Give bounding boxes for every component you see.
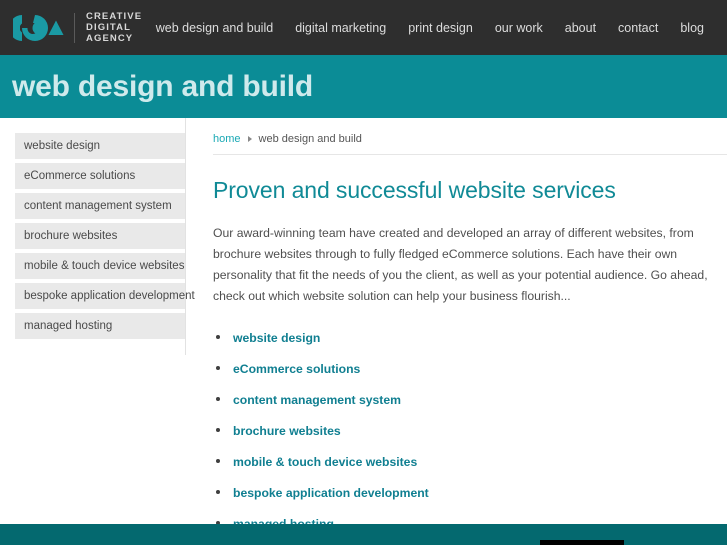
sidebar-item-website-design[interactable]: website design	[15, 133, 185, 159]
site-header: CREATIVE DIGITAL AGENCY web design and b…	[0, 0, 727, 55]
list-item: mobile & touch device websites	[213, 453, 727, 471]
content-heading: Proven and successful website services	[213, 177, 616, 203]
page-title: web design and build	[12, 69, 314, 103]
list-item: brochure websites	[213, 422, 727, 440]
nav-item-digital-marketing[interactable]: digital marketing	[284, 15, 397, 41]
page-body: website design eCommerce solutions conte…	[0, 118, 727, 546]
sidebar-item-mobile-touch-device-websites[interactable]: mobile & touch device websites	[15, 253, 185, 279]
logo-word-1: CREATIVE	[86, 10, 143, 22]
service-link-bespoke-application-development[interactable]: bespoke application development	[233, 486, 429, 500]
site-footer	[0, 524, 727, 545]
service-link-list: website design eCommerce solutions conte…	[213, 329, 727, 533]
nav-item-blog[interactable]: blog	[669, 15, 715, 41]
nav-item-our-work[interactable]: our work	[484, 15, 554, 41]
breadcrumb-current: web design and build	[258, 133, 362, 145]
list-item: website design	[213, 329, 727, 347]
footer-accent-block	[540, 540, 624, 545]
service-link-brochure-websites[interactable]: brochure websites	[233, 424, 341, 438]
breadcrumb: home web design and build	[213, 133, 727, 155]
page-banner: web design and build	[0, 55, 727, 118]
sidebar-item-ecommerce-solutions[interactable]: eCommerce solutions	[15, 163, 185, 189]
nav-item-about[interactable]: about	[554, 15, 607, 41]
logo-word-3: AGENCY	[86, 33, 134, 45]
logo[interactable]: CREATIVE DIGITAL AGENCY	[13, 11, 142, 45]
content-paragraph: Our award-winning team have created and …	[213, 226, 708, 303]
sidebar: website design eCommerce solutions conte…	[0, 118, 195, 355]
service-link-mobile-touch-device-websites[interactable]: mobile & touch device websites	[233, 455, 417, 469]
service-link-ecommerce-solutions[interactable]: eCommerce solutions	[233, 362, 360, 376]
main-content: home web design and build Proven and suc…	[186, 118, 727, 546]
service-link-content-management-system[interactable]: content management system	[233, 393, 401, 407]
triangle-right-icon	[247, 136, 252, 142]
logo-divider	[74, 12, 75, 43]
sidebar-item-content-management-system[interactable]: content management system	[15, 193, 185, 219]
nav-item-web-design-and-build[interactable]: web design and build	[145, 15, 284, 41]
sidebar-item-bespoke-application-development[interactable]: bespoke application development	[15, 283, 195, 309]
service-link-website-design[interactable]: website design	[233, 331, 320, 345]
list-item: bespoke application development	[213, 484, 727, 502]
logo-word-2: DIGITAL	[86, 21, 131, 33]
list-item: content management system	[213, 391, 727, 409]
cda-logo-icon	[13, 14, 64, 41]
nav-item-contact[interactable]: contact	[607, 15, 669, 41]
main-navigation: web design and build digital marketing p…	[145, 15, 715, 41]
sidebar-item-brochure-websites[interactable]: brochure websites	[15, 223, 185, 249]
breadcrumb-home-link[interactable]: home	[213, 133, 241, 145]
sidebar-item-managed-hosting[interactable]: managed hosting	[15, 313, 185, 339]
nav-item-print-design[interactable]: print design	[397, 15, 484, 41]
list-item: eCommerce solutions	[213, 360, 727, 378]
logo-wordmark: CREATIVE DIGITAL AGENCY	[86, 11, 142, 45]
